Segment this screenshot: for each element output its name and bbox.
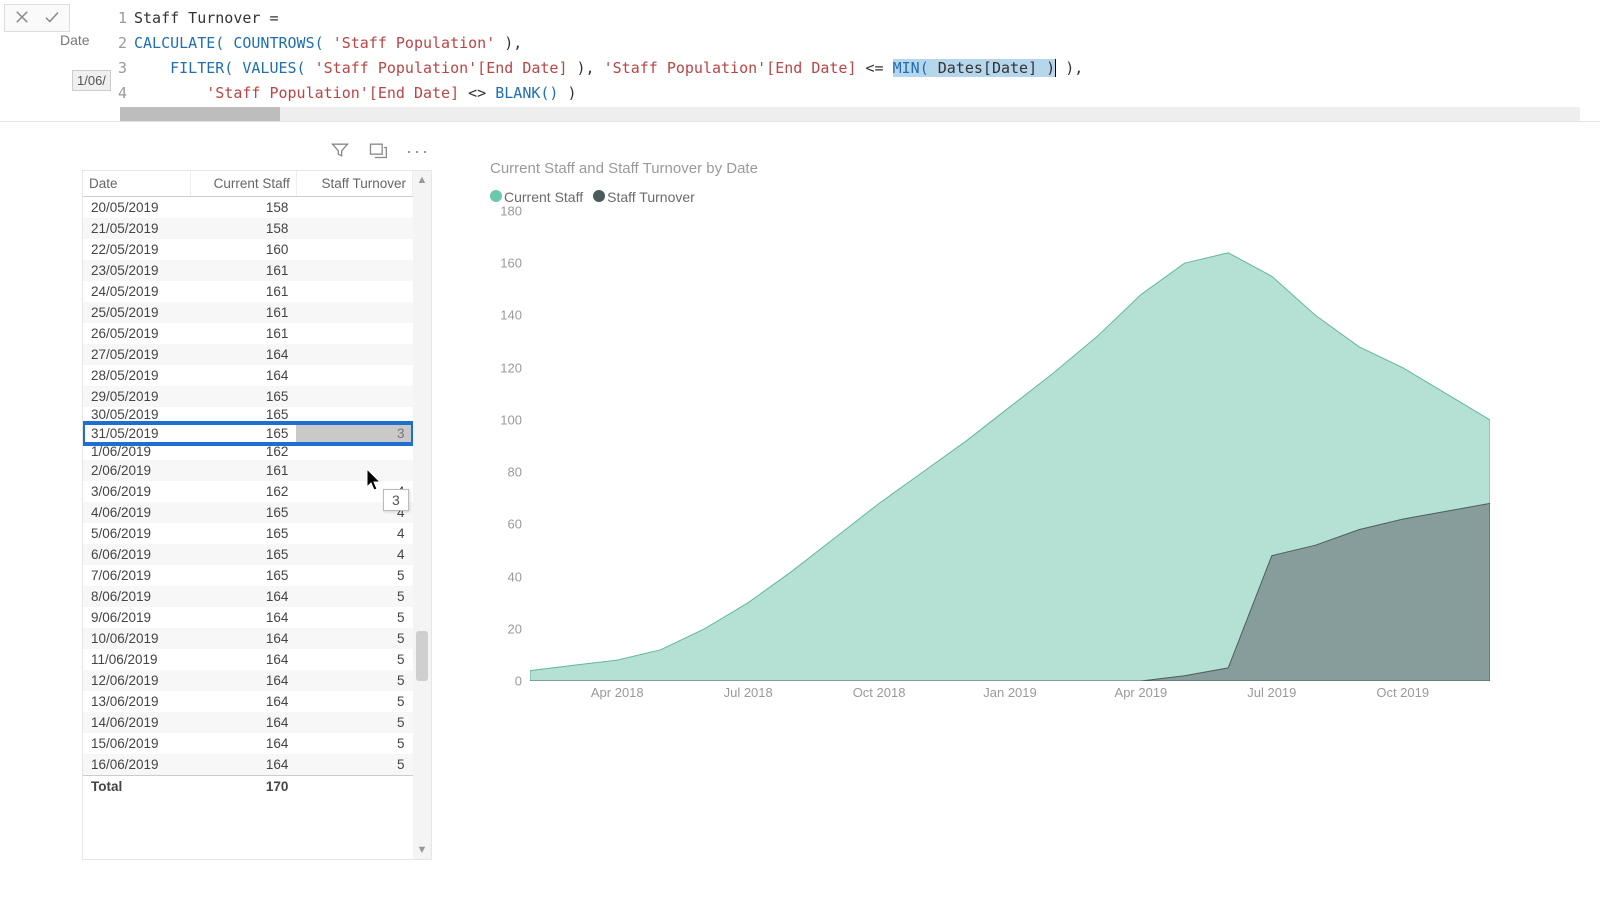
formula-bar: Date 1/06/ 1 2 3 4 Staff Turnover = CALC… bbox=[0, 0, 1600, 122]
table-row[interactable]: 6/06/20191654 bbox=[83, 544, 413, 565]
cancel-icon[interactable] bbox=[13, 8, 31, 29]
visual-toolbar: ··· bbox=[330, 140, 430, 163]
table-row[interactable]: 16/06/20191645 bbox=[83, 754, 413, 776]
chart-plot[interactable]: 180160140120100806040200 Apr 2018Jul 201… bbox=[490, 211, 1510, 701]
table-visual[interactable]: Date Current Staff Staff Turnover 20/05/… bbox=[82, 170, 432, 860]
y-tick: 140 bbox=[490, 308, 522, 323]
y-tick: 160 bbox=[490, 256, 522, 271]
col-turnover[interactable]: Staff Turnover bbox=[296, 171, 412, 197]
x-tick: Jan 2019 bbox=[983, 685, 1037, 700]
x-tick: Apr 2019 bbox=[1115, 685, 1168, 700]
table-row[interactable]: 5/06/20191654 bbox=[83, 523, 413, 544]
table-total-row: Total 170 bbox=[83, 776, 413, 798]
y-tick: 120 bbox=[490, 360, 522, 375]
data-table[interactable]: Date Current Staff Staff Turnover 20/05/… bbox=[83, 171, 413, 797]
table-row[interactable]: 1/06/2019162 bbox=[83, 444, 413, 460]
chart-visual[interactable]: Current Staff and Staff Turnover by Date… bbox=[490, 160, 1510, 750]
col-current[interactable]: Current Staff bbox=[190, 171, 296, 197]
y-tick: 100 bbox=[490, 412, 522, 427]
focus-mode-icon[interactable] bbox=[368, 140, 388, 163]
table-row[interactable]: 4/06/20191654 bbox=[83, 502, 413, 523]
y-tick: 80 bbox=[490, 465, 522, 480]
table-row[interactable]: 10/06/20191645 bbox=[83, 628, 413, 649]
formula-line-numbers: 1 2 3 4 bbox=[105, 6, 127, 106]
formula-editor[interactable]: Staff Turnover = CALCULATE( COUNTROWS( '… bbox=[134, 6, 1590, 106]
table-row[interactable]: 8/06/20191645 bbox=[83, 586, 413, 607]
y-tick: 60 bbox=[490, 517, 522, 532]
table-row[interactable]: 30/05/2019165 bbox=[83, 407, 413, 423]
table-row[interactable]: 2/06/2019161 bbox=[83, 460, 413, 481]
table-row[interactable]: 28/05/2019164 bbox=[83, 365, 413, 386]
table-row[interactable]: 29/05/2019165 bbox=[83, 386, 413, 407]
table-row[interactable]: 23/05/2019161 bbox=[83, 260, 413, 281]
y-tick: 20 bbox=[490, 621, 522, 636]
cell-tooltip: 3 bbox=[383, 489, 409, 511]
table-vscroll[interactable]: ▲ ▼ bbox=[413, 171, 431, 859]
table-row[interactable]: 20/05/2019158 bbox=[83, 197, 413, 219]
more-options-icon[interactable]: ··· bbox=[406, 141, 430, 162]
table-row[interactable]: 14/06/20191645 bbox=[83, 712, 413, 733]
x-tick: Apr 2018 bbox=[591, 685, 644, 700]
formula-hscroll[interactable] bbox=[120, 107, 1580, 121]
legend-item[interactable]: Staff Turnover bbox=[593, 189, 695, 205]
y-tick: 0 bbox=[490, 674, 522, 689]
table-row[interactable]: 27/05/2019164 bbox=[83, 344, 413, 365]
x-tick: Jul 2018 bbox=[724, 685, 773, 700]
slicer-label: Date bbox=[60, 32, 90, 48]
chart-legend: Current Staff Staff Turnover bbox=[490, 189, 1510, 205]
y-tick: 40 bbox=[490, 569, 522, 584]
table-row[interactable]: 24/05/2019161 bbox=[83, 281, 413, 302]
table-row[interactable]: 7/06/20191655 bbox=[83, 565, 413, 586]
table-row[interactable]: 9/06/20191645 bbox=[83, 607, 413, 628]
table-row[interactable]: 13/06/20191645 bbox=[83, 691, 413, 712]
table-row[interactable]: 26/05/2019161 bbox=[83, 323, 413, 344]
col-date[interactable]: Date bbox=[83, 171, 190, 197]
table-row[interactable]: 21/05/2019158 bbox=[83, 218, 413, 239]
table-row[interactable]: 25/05/2019161 bbox=[83, 302, 413, 323]
formula-confirm-bar bbox=[4, 4, 70, 32]
chart-title: Current Staff and Staff Turnover by Date bbox=[490, 160, 1510, 177]
table-row[interactable]: 22/05/2019160 bbox=[83, 239, 413, 260]
filter-icon[interactable] bbox=[330, 140, 350, 163]
scroll-down-icon[interactable]: ▼ bbox=[413, 841, 431, 859]
table-row[interactable]: 3/06/20191624 bbox=[83, 481, 413, 502]
x-tick: Oct 2018 bbox=[853, 685, 906, 700]
table-row[interactable]: 15/06/20191645 bbox=[83, 733, 413, 754]
y-tick: 180 bbox=[490, 204, 522, 219]
commit-icon[interactable] bbox=[43, 8, 61, 29]
table-row[interactable]: 12/06/20191645 bbox=[83, 670, 413, 691]
table-row[interactable]: 11/06/20191645 bbox=[83, 649, 413, 670]
x-tick: Oct 2019 bbox=[1376, 685, 1429, 700]
table-row[interactable]: 31/05/20191653 bbox=[83, 423, 413, 444]
x-tick: Jul 2019 bbox=[1247, 685, 1296, 700]
scroll-up-icon[interactable]: ▲ bbox=[413, 171, 431, 189]
